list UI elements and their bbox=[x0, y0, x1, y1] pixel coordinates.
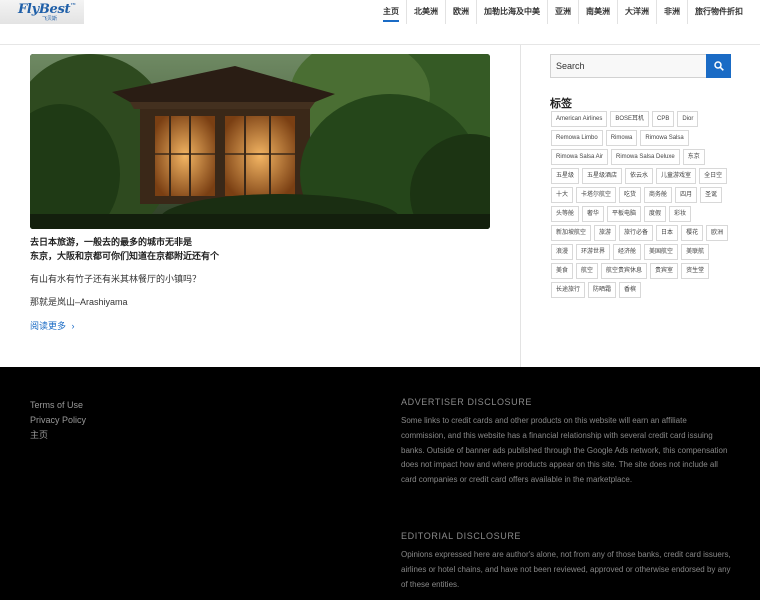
tag-link[interactable]: American Airlines bbox=[551, 111, 608, 127]
tag-link[interactable]: 经济舱 bbox=[613, 244, 642, 260]
tag-link[interactable]: 度假 bbox=[644, 206, 667, 222]
tag-link[interactable]: 五星级酒店 bbox=[582, 168, 623, 184]
tag-link[interactable]: 新加坡航空 bbox=[551, 225, 592, 241]
tag-link[interactable]: 航空 bbox=[576, 263, 599, 279]
search-input[interactable] bbox=[550, 54, 707, 78]
tag-link[interactable]: 卡塔尔航空 bbox=[576, 187, 617, 203]
tag-link[interactable]: 全日空 bbox=[699, 168, 728, 184]
search-button[interactable] bbox=[706, 54, 731, 78]
nav-item[interactable]: 欧洲 bbox=[445, 0, 476, 24]
tag-link[interactable]: 欧洲 bbox=[706, 225, 729, 241]
tag-link[interactable]: 香槟 bbox=[619, 282, 642, 298]
advertiser-disclosure-title: ADVERTISER DISCLOSURE bbox=[401, 397, 532, 407]
nav-item[interactable]: 南美洲 bbox=[578, 0, 617, 24]
tag-link[interactable]: 四月 bbox=[675, 187, 698, 203]
site-footer: Terms of Use Privacy Policy 主页 ADVERTISER … bbox=[0, 367, 760, 600]
nav-item[interactable]: 主页 bbox=[376, 0, 406, 24]
tag-link[interactable]: Rimowa Salsa bbox=[640, 130, 689, 146]
tag-link[interactable]: 资生堂 bbox=[681, 263, 710, 279]
post-excerpt: 去日本旅游，一般去的最多的城市无非是 东京，大阪和京都可你们知道在京都附近还有个… bbox=[30, 235, 490, 334]
footer-link[interactable]: 主页 bbox=[30, 428, 86, 443]
main-nav: 主页 北美洲 欧洲 加勒比海及中美 亚洲 南美洲 大洋洲 非洲 旅行物件折扣 bbox=[376, 0, 750, 24]
editorial-disclosure: EDITORIAL DISCLOSURE Opinions expressed … bbox=[401, 530, 731, 592]
logo-subtitle: 飞贝斯 bbox=[42, 16, 58, 22]
tag-link[interactable]: 樱花 bbox=[681, 225, 704, 241]
site-header: FlyBest™ 飞贝斯 主页 北美洲 欧洲 加勒比海及中美 亚洲 南美洲 大洋洲 非洲 旅行物… bbox=[0, 0, 760, 24]
nav-item[interactable]: 大洋洲 bbox=[617, 0, 656, 24]
tags-heading: 标签 bbox=[550, 98, 572, 110]
search-icon bbox=[714, 61, 724, 71]
nav-item[interactable]: 旅行物件折扣 bbox=[687, 0, 750, 24]
tag-link[interactable]: 圣诞 bbox=[700, 187, 723, 203]
tag-link[interactable]: 奢华 bbox=[582, 206, 605, 222]
tag-link[interactable]: 航空贵宾休息 bbox=[601, 263, 648, 279]
advertiser-disclosure: ADVERTISER DISCLOSURE Some links to cred… bbox=[401, 396, 731, 488]
editorial-disclosure-title: EDITORIAL DISCLOSURE bbox=[401, 531, 522, 541]
tag-link[interactable]: 十大 bbox=[551, 187, 574, 203]
tag-link[interactable]: 贵宾室 bbox=[650, 263, 679, 279]
tag-link[interactable]: 旅行必备 bbox=[619, 225, 654, 241]
post-paragraph: 有山有水有竹子还有米其林餐厅的小镇吗？ bbox=[30, 274, 202, 284]
chevron-right-icon: › bbox=[71, 321, 75, 331]
read-more-label: 阅读更多 bbox=[30, 321, 67, 331]
tag-link[interactable]: 依云水 bbox=[625, 168, 654, 184]
read-more-link[interactable]: 阅读更多 › bbox=[30, 319, 75, 332]
nav-item[interactable]: 加勒比海及中美 bbox=[476, 0, 547, 24]
post-paragraph: 那就是岚山–Arashiyama bbox=[30, 297, 128, 307]
tag-link[interactable]: 头等舱 bbox=[551, 206, 580, 222]
tag-link[interactable]: Rimowa Salsa Air bbox=[551, 149, 609, 165]
tag-link[interactable]: 商务舱 bbox=[644, 187, 673, 203]
tag-link[interactable]: Dior bbox=[677, 111, 699, 127]
tag-link[interactable]: 彩妆 bbox=[669, 206, 692, 222]
tag-link[interactable]: 美国航空 bbox=[644, 244, 679, 260]
tag-cloud: American Airlines BOSE耳机 CPB Dior Remowa Lim… bbox=[551, 111, 731, 298]
post-title-line-1: 去日本旅游，一般去的最多的城市无非是 bbox=[30, 237, 193, 247]
tag-link[interactable]: 吃货 bbox=[619, 187, 642, 203]
tag-link[interactable]: Rimowa Salsa Deluxe bbox=[611, 149, 680, 165]
footer-link[interactable]: Privacy Policy bbox=[30, 413, 86, 428]
nav-item[interactable]: 亚洲 bbox=[547, 0, 578, 24]
tag-link[interactable]: 环游世界 bbox=[576, 244, 611, 260]
tag-link[interactable]: Remowa Limbo bbox=[551, 130, 603, 146]
footer-link[interactable]: Terms of Use bbox=[30, 398, 86, 413]
tag-link[interactable]: 儿童游戏室 bbox=[656, 168, 697, 184]
nav-item[interactable]: 北美洲 bbox=[406, 0, 445, 24]
site-logo[interactable]: FlyBest™ 飞贝斯 bbox=[0, 0, 84, 24]
tag-link[interactable]: 平板电脑 bbox=[607, 206, 642, 222]
editorial-disclosure-text: Opinions expressed here are author's alo… bbox=[401, 550, 731, 589]
tag-link[interactable]: 浪漫 bbox=[551, 244, 574, 260]
tag-link[interactable]: 防晒霜 bbox=[588, 282, 617, 298]
tag-link[interactable]: BOSE耳机 bbox=[610, 111, 650, 127]
content-sidebar-divider bbox=[520, 45, 521, 367]
footer-links: Terms of Use Privacy Policy 主页 bbox=[30, 398, 86, 443]
tag-link[interactable]: 东京 bbox=[682, 149, 705, 165]
post-featured-image[interactable] bbox=[30, 54, 490, 229]
tag-link[interactable]: 美食 bbox=[551, 263, 574, 279]
tag-link[interactable]: 旅游 bbox=[594, 225, 617, 241]
search-form bbox=[550, 54, 731, 78]
nav-item[interactable]: 非洲 bbox=[656, 0, 687, 24]
advertiser-disclosure-text: Some links to credit cards and other pro… bbox=[401, 416, 728, 485]
tag-link[interactable]: 长途旅行 bbox=[551, 282, 586, 298]
header-divider bbox=[0, 44, 760, 45]
post-title[interactable]: 去日本旅游，一般去的最多的城市无非是 东京，大阪和京都可你们知道在京都附近还有个 bbox=[30, 235, 490, 263]
tag-link[interactable]: CPB bbox=[652, 111, 675, 127]
tag-link[interactable]: 五星级 bbox=[551, 168, 580, 184]
arashiyama-house-image bbox=[30, 54, 490, 229]
post-title-line-2: 东京，大阪和京都可你们知道在京都附近还有个 bbox=[30, 251, 220, 261]
tag-link[interactable]: 日本 bbox=[656, 225, 679, 241]
tag-link[interactable]: 美联航 bbox=[681, 244, 710, 260]
tag-link[interactable]: Rimowa bbox=[605, 130, 638, 146]
